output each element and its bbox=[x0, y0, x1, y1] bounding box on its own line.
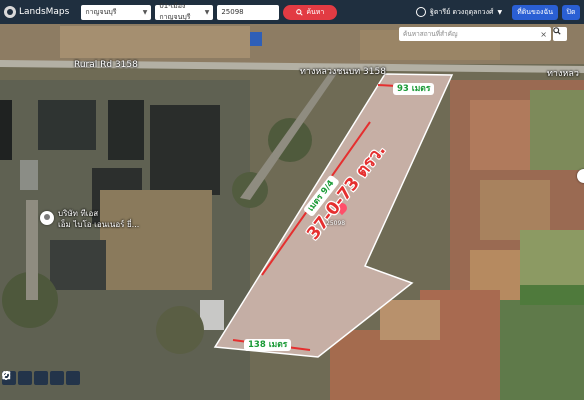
search-icon bbox=[553, 27, 561, 35]
poi-label-line1: บริษัท ทีเอส bbox=[58, 209, 99, 218]
search-icon bbox=[296, 8, 303, 16]
road-label-highway-edge: ทางหลว bbox=[547, 69, 579, 79]
poi-label-line2: เอ็ม ไบโอ เอนเนอร์ ยี่... bbox=[58, 220, 140, 229]
place-search-placeholder: ค้นหาสถานที่สำคัญ bbox=[403, 30, 458, 38]
my-land-button[interactable]: ที่ดินของฉัน bbox=[512, 4, 558, 20]
user-icon bbox=[416, 7, 427, 17]
chevron-down-icon: ▼ bbox=[497, 8, 503, 16]
parcel-number-input[interactable] bbox=[217, 4, 280, 20]
close-label: ปิด bbox=[566, 7, 576, 16]
logo[interactable]: LandsMaps bbox=[4, 6, 69, 18]
line-tool-icon[interactable] bbox=[2, 371, 32, 385]
place-search-button[interactable] bbox=[553, 27, 567, 41]
chevron-down-icon: ▼ bbox=[142, 8, 148, 16]
clear-icon[interactable]: × bbox=[540, 30, 547, 39]
measure-tool-icon[interactable] bbox=[2, 371, 48, 385]
drawing-toolbar bbox=[2, 371, 80, 385]
province-select[interactable]: กาญจนบุรี ▼ bbox=[81, 4, 152, 20]
chevron-down-icon: ▼ bbox=[204, 8, 210, 16]
user-menu[interactable]: ฐิตารีย์ ดวงฤดุลกวงศ์ ▼ bbox=[416, 7, 502, 18]
measurement-bottom: 138 เมตร bbox=[244, 339, 292, 351]
district-value: 01-เมืองกาญจนบุรี bbox=[159, 2, 191, 21]
user-name: ฐิตารีย์ ดวงฤดุลกวงศ์ bbox=[430, 7, 494, 16]
province-value: กาญจนบุรี bbox=[85, 7, 117, 16]
measurement-top: 93 เมตร bbox=[393, 83, 435, 95]
logo-text: LandsMaps bbox=[19, 7, 70, 17]
poi-label: บริษัท ทีเอส เอ็ม ไบโอ เอนเนอร์ ยี่... bbox=[58, 208, 139, 230]
road-label-rural: Rural Rd 3158 bbox=[74, 60, 138, 70]
logo-icon bbox=[4, 6, 16, 18]
district-select[interactable]: 01-เมืองกาญจนบุรี ▼ bbox=[155, 2, 214, 21]
top-bar: LandsMaps กาญจนบุรี ▼ 01-เมืองกาญจนบุรี … bbox=[0, 0, 584, 24]
road-label-highway: ทางหลวงชนบท 3158 bbox=[300, 67, 386, 77]
compass-icon[interactable] bbox=[577, 169, 584, 183]
circle-tool-icon[interactable] bbox=[2, 371, 80, 385]
polygon-tool-icon[interactable] bbox=[2, 371, 64, 385]
poi-pin-icon[interactable] bbox=[40, 211, 54, 225]
place-search-input[interactable]: ค้นหาสถานที่สำคัญ × bbox=[399, 27, 551, 41]
search-button[interactable]: ค้นหา bbox=[283, 4, 338, 20]
search-label: ค้นหา bbox=[306, 7, 325, 16]
close-button[interactable]: ปิด bbox=[562, 4, 580, 20]
my-land-label: ที่ดินของฉัน bbox=[517, 7, 553, 16]
satellite-map[interactable]: ค้นหาสถานที่สำคัญ × Rural Rd 3158 ทางหลว… bbox=[0, 24, 584, 400]
